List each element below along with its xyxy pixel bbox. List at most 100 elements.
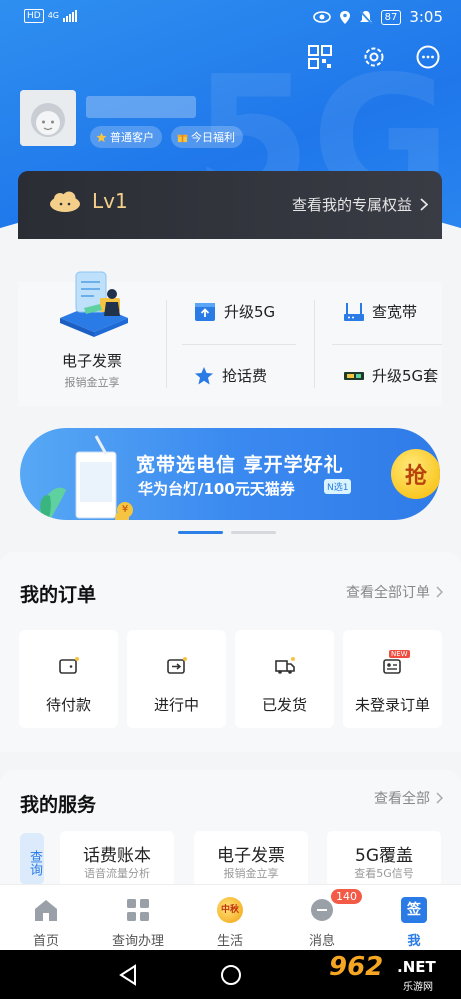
new-badge: NEW [389, 650, 410, 658]
upgrade-5g-entry[interactable]: 升级5G [194, 301, 275, 322]
view-rights-link[interactable]: 查看我的专属权益 [292, 194, 428, 215]
grab-credit-entry[interactable]: 抢话费 [194, 365, 267, 386]
mute-bell-icon [358, 9, 373, 25]
daily-welfare-tag[interactable]: 今日福利 [171, 126, 243, 148]
username-blurred [86, 96, 196, 118]
service-5g-coverage-title: 5G覆盖 [355, 846, 413, 866]
order-pending-payment-label: 待付款 [45, 696, 91, 714]
default-avatar-icon [20, 90, 76, 146]
service-bill-book-title: 话费账本 [83, 846, 151, 866]
header-actions [307, 44, 441, 70]
router-icon [344, 302, 364, 321]
upload-icon [195, 302, 215, 321]
order-shipped-label: 已发货 [261, 696, 307, 714]
order-in-progress[interactable]: 进行中 [127, 630, 226, 728]
id-card-icon [383, 659, 401, 674]
level-card[interactable]: Lv1 查看我的专属权益 [18, 171, 442, 239]
order-pending-payment[interactable]: 待付款 [19, 630, 118, 728]
coin-icon: ¥ [117, 502, 133, 518]
order-shipped[interactable]: 已发货 [235, 630, 334, 728]
promo-banner[interactable]: ¥ 宽带选电信 享开学好礼 华为台灯/100元天猫券 N选1 抢 [20, 428, 440, 520]
customer-level-label: 普通客户 [110, 131, 154, 144]
star-icon [195, 366, 213, 384]
service-5g-coverage[interactable]: 5G覆盖 查看5G信号 [327, 831, 441, 887]
orders-title: 我的订单 [20, 584, 97, 606]
sim-card-icon [344, 371, 364, 380]
transfer-icon [167, 657, 187, 674]
upgrade-5g-plan-entry[interactable]: 升级5G套 [344, 365, 438, 386]
e-invoice-entry[interactable]: 电子发票 报销金立享 [18, 271, 166, 406]
tab-home-label: 首页 [32, 934, 59, 949]
view-all-services-link[interactable]: 查看全部 [374, 788, 443, 808]
cloud-mascot-icon [50, 191, 80, 212]
tab-messages-label: 消息 [308, 934, 335, 949]
query-side-tab[interactable]: 查询 [20, 833, 44, 885]
quick-functions: 电子发票 报销金立享 升级5G 查宽带 抢话费 升级5G套 [18, 271, 442, 406]
banner-headline: 宽带选电信 享开学好礼 [136, 454, 344, 476]
check-broadband-label: 查宽带 [372, 303, 418, 321]
order-not-logged-in-label: 未登录订单 [354, 696, 430, 714]
banner-subline: 华为台灯/100元天猫券 [138, 480, 295, 498]
tab-home[interactable]: 首页 [0, 885, 92, 951]
message-count-badge: 140 [331, 889, 362, 904]
service-bill-book[interactable]: 话费账本 语音流量分析 [60, 831, 174, 887]
service-e-invoice[interactable]: 电子发票 报销金立享 [194, 831, 308, 887]
message-bubble-icon[interactable] [415, 44, 441, 70]
network-type: 4G [47, 11, 59, 20]
grid-icon [127, 899, 149, 921]
upgrade-5g-label: 升级5G [224, 303, 276, 321]
grab-credit-label: 抢话费 [222, 367, 268, 385]
site-watermark: 962 .NET 乐游网 [305, 952, 455, 997]
tab-query[interactable]: 查询办理 [92, 885, 184, 951]
customer-level-tag[interactable]: 普通客户 [90, 126, 162, 148]
service-e-invoice-title: 电子发票 [217, 846, 285, 866]
view-all-orders-link[interactable]: 查看全部订单 [346, 582, 443, 602]
divider [332, 344, 442, 345]
view-rights-label: 查看我的专属权益 [291, 196, 412, 214]
service-bill-book-sub: 语音流量分析 [84, 867, 150, 880]
tab-life[interactable]: 中秋 生活 [184, 885, 276, 951]
chevron-right-icon [436, 586, 443, 598]
router-illustration-icon [38, 435, 129, 520]
divider [182, 344, 296, 345]
daily-welfare-label: 今日福利 [191, 131, 235, 144]
battery-indicator: 87 [380, 9, 402, 25]
order-not-logged-in[interactable]: NEW 未登录订单 [343, 630, 442, 728]
chevron-right-icon [420, 198, 428, 211]
e-invoice-title: 电子发票 [61, 352, 122, 370]
signal-icon [63, 10, 77, 22]
check-broadband-entry[interactable]: 查宽带 [344, 301, 417, 322]
service-5g-coverage-sub: 查看5G信号 [354, 867, 414, 880]
qr-code-icon[interactable] [307, 44, 333, 70]
banner-pagination [178, 531, 276, 534]
gift-icon [177, 134, 188, 142]
avatar[interactable] [20, 90, 76, 146]
tab-life-label: 生活 [216, 934, 243, 949]
eye-icon [312, 11, 331, 23]
home-icon [35, 900, 57, 921]
watermark-brand: 962 [329, 952, 384, 982]
service-e-invoice-sub: 报销金立享 [223, 867, 279, 880]
divider [314, 300, 315, 388]
watermark-site: 乐游网 [403, 982, 433, 993]
wallet-icon [59, 657, 79, 674]
tab-me[interactable]: 签 我 [368, 885, 460, 951]
view-all-orders-label: 查看全部订单 [346, 585, 430, 601]
mid-autumn-icon: 中秋 [217, 897, 243, 923]
hd-indicator: HD [24, 9, 44, 23]
grab-button[interactable]: 抢 [391, 449, 440, 499]
message-icon [311, 899, 333, 921]
view-all-services-label: 查看全部 [374, 791, 430, 807]
tab-messages[interactable]: 140 消息 [276, 885, 368, 951]
sign-in-calendar-icon: 签 [401, 897, 427, 923]
delivery-truck-icon [275, 657, 295, 674]
bottom-tab-bar: 首页 查询办理 中秋 生活 140 消息 签 我 [0, 884, 461, 950]
settings-gear-icon[interactable] [361, 44, 387, 70]
home-circle-icon[interactable] [220, 964, 242, 986]
back-icon[interactable] [118, 964, 138, 986]
divider [166, 300, 167, 388]
services-title: 我的服务 [20, 794, 97, 816]
pagination-dot-active [178, 531, 223, 534]
order-in-progress-label: 进行中 [153, 696, 199, 714]
tab-query-label: 查询办理 [111, 934, 164, 949]
